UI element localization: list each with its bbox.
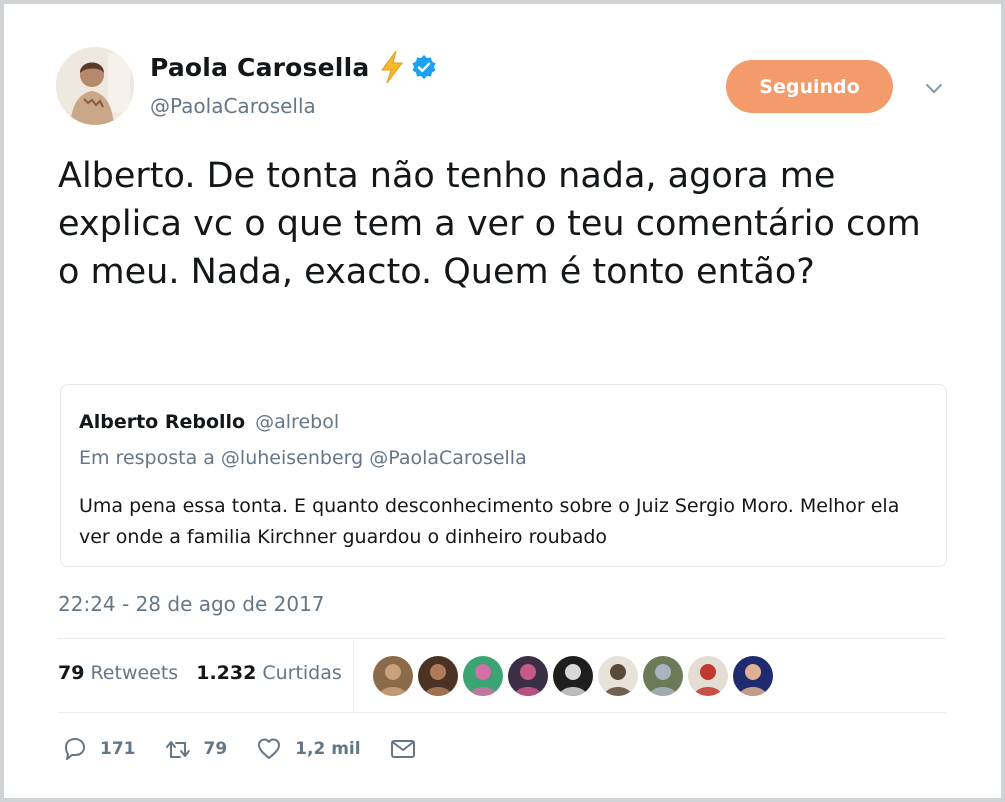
liker-avatar[interactable]	[553, 656, 593, 696]
following-button[interactable]: Seguindo	[726, 60, 893, 113]
quoted-author-name: Alberto Rebollo	[79, 411, 246, 433]
liker-avatar[interactable]	[418, 656, 458, 696]
retweet-button[interactable]: 79	[164, 735, 228, 763]
divider	[58, 638, 946, 639]
tweet-card: Paola Carosella @PaolaCarosella Seguindo…	[0, 0, 1005, 802]
liker-avatar[interactable]	[373, 656, 413, 696]
lightning-bolt-icon	[379, 50, 405, 84]
retweet-count: 79	[203, 739, 228, 759]
reply-icon	[65, 738, 85, 760]
retweets-label[interactable]: Retweets	[90, 662, 178, 684]
author-handle[interactable]: @PaolaCarosella	[150, 94, 316, 118]
tweet-timestamp[interactable]: 22:24 - 28 de ago de 2017	[58, 592, 325, 616]
liker-avatar[interactable]	[688, 656, 728, 696]
quoted-tweet[interactable]: Alberto Rebollo @alrebol Em resposta a @…	[60, 384, 947, 567]
liker-avatar[interactable]	[508, 656, 548, 696]
tweet-text: Alberto. De tonta não tenho nada, agora …	[58, 156, 921, 292]
avatar-photo	[56, 47, 134, 125]
like-count: 1,2 mil	[295, 739, 361, 759]
likes-count[interactable]: 1.232	[196, 662, 256, 684]
quoted-tweet-text: Uma pena essa tonta. E quanto desconheci…	[79, 495, 900, 548]
author-name[interactable]: Paola Carosella	[150, 53, 369, 82]
liker-avatar[interactable]	[643, 656, 683, 696]
liker-avatar[interactable]	[463, 656, 503, 696]
verified-badge-icon	[411, 54, 437, 80]
liker-avatars	[373, 656, 778, 696]
reply-count: 171	[100, 739, 136, 759]
quoted-reply-context: Em resposta a @luheisenberg @PaolaCarose…	[79, 447, 527, 469]
tweet-actions: 171 79 1,2 mil	[60, 735, 457, 763]
envelope-icon	[390, 740, 415, 758]
divider	[58, 712, 946, 713]
quoted-author: Alberto Rebollo @alrebol	[79, 411, 339, 433]
retweet-icon	[165, 741, 190, 758]
heart-icon	[258, 738, 281, 759]
retweets-count[interactable]: 79	[58, 662, 84, 684]
stats-separator	[353, 640, 354, 712]
tweet-stats: 79 Retweets 1.232 Curtidas	[58, 662, 342, 684]
author-avatar[interactable]	[56, 47, 134, 125]
liker-avatar[interactable]	[598, 656, 638, 696]
direct-message-button[interactable]	[389, 735, 429, 763]
author-name-row: Paola Carosella	[150, 50, 437, 84]
like-button[interactable]: 1,2 mil	[255, 735, 361, 763]
reply-button[interactable]: 171	[60, 735, 136, 763]
liker-avatar[interactable]	[733, 656, 773, 696]
chevron-down-icon[interactable]	[922, 76, 946, 100]
quoted-author-handle: @alrebol	[255, 411, 340, 433]
likes-label[interactable]: Curtidas	[262, 662, 341, 684]
